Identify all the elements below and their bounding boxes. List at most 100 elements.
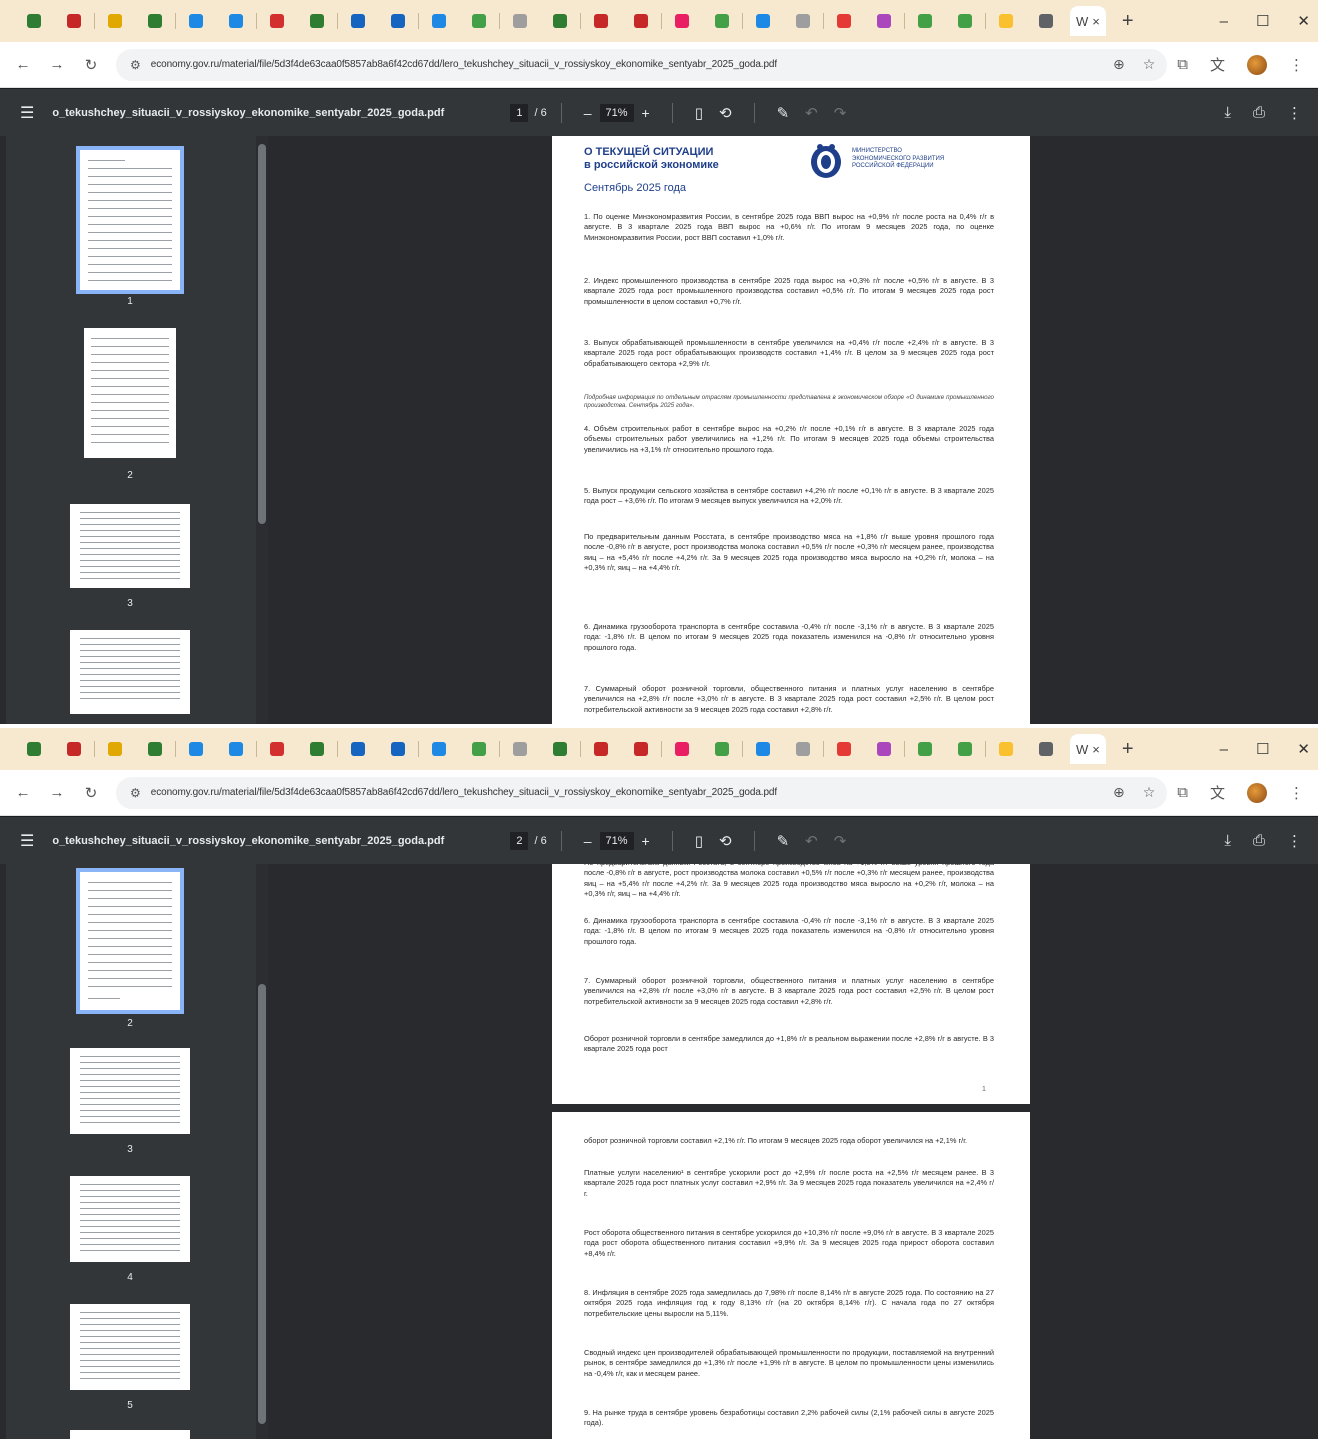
pinned-tab-icon[interactable] [189, 14, 203, 28]
url-text[interactable]: economy.gov.ru/material/file/5d3f4de63ca… [151, 59, 777, 70]
pinned-tab-icon[interactable] [877, 14, 891, 28]
page-thumbnail[interactable] [70, 630, 190, 714]
zoom-out-icon[interactable]: – [584, 833, 592, 849]
download-icon[interactable]: ⤓ [1224, 832, 1231, 850]
page-thumbnail[interactable] [70, 504, 190, 588]
zoom-in-icon[interactable]: + [642, 833, 650, 849]
zoom-out-icon[interactable]: – [584, 105, 592, 121]
pinned-tab-icon[interactable] [270, 742, 284, 756]
download-icon[interactable]: ⤓ [1224, 104, 1231, 122]
pinned-tab-icon[interactable] [715, 14, 729, 28]
pinned-tab-icon[interactable] [958, 14, 972, 28]
redo-icon[interactable]: ↷ [834, 104, 847, 122]
pinned-tab-icon[interactable] [27, 742, 41, 756]
pinned-tab-icon[interactable] [108, 14, 122, 28]
pinned-tab-icon[interactable] [310, 14, 324, 28]
minimize-button[interactable]: – [1220, 13, 1228, 30]
pinned-tab-icon[interactable] [999, 742, 1013, 756]
pinned-tab-icon[interactable] [432, 742, 446, 756]
pinned-tab-icon[interactable] [634, 742, 648, 756]
browser-menu-icon[interactable]: ⋮ [1289, 784, 1304, 802]
print-icon[interactable]: ⎙ [1253, 832, 1265, 850]
rotate-icon[interactable]: ⟲ [719, 832, 732, 850]
page-thumbnail[interactable] [84, 328, 176, 458]
pinned-tab-icon[interactable] [432, 14, 446, 28]
pinned-tab-icon[interactable] [391, 742, 405, 756]
redo-icon[interactable]: ↷ [834, 832, 847, 850]
pinned-tab-icon[interactable] [715, 742, 729, 756]
pinned-tab-icon[interactable] [513, 742, 527, 756]
zoom-in-icon[interactable]: + [642, 105, 650, 121]
current-page-input[interactable]: 1 [510, 103, 529, 122]
profile-avatar[interactable] [1247, 54, 1267, 75]
forward-arrow-icon[interactable]: → [44, 784, 70, 801]
address-bar[interactable]: ⚙ economy.gov.ru/material/file/5d3f4de63… [116, 776, 1168, 809]
current-page-input[interactable]: 2 [510, 831, 529, 850]
pinned-tab-icon[interactable] [918, 14, 932, 28]
pinned-tab-icon[interactable] [918, 742, 932, 756]
pinned-tab-icon[interactable] [472, 14, 486, 28]
zoom-level-input[interactable]: 71% [599, 831, 634, 850]
sidebar-scroll-thumb[interactable] [258, 984, 266, 1424]
close-tab-icon[interactable]: × [1092, 14, 1100, 29]
site-info-icon[interactable]: ⚙ [130, 786, 141, 800]
reload-icon[interactable]: ↻ [78, 784, 104, 802]
new-tab-button[interactable]: + [1122, 10, 1134, 33]
pinned-tab-icon[interactable] [1039, 742, 1053, 756]
bookmark-star-icon[interactable]: ☆ [1143, 56, 1156, 73]
pinned-tab-icon[interactable] [553, 14, 567, 28]
pinned-tab-icon[interactable] [270, 14, 284, 28]
back-arrow-icon[interactable]: ← [10, 784, 36, 801]
sidebar-menu-icon[interactable]: ☰ [20, 831, 34, 851]
pinned-tab-icon[interactable] [594, 742, 608, 756]
pinned-tab-icon[interactable] [351, 14, 365, 28]
pinned-tab-icon[interactable] [1039, 14, 1053, 28]
fit-page-icon[interactable]: ▯ [695, 832, 703, 850]
browser-menu-icon[interactable]: ⋮ [1289, 56, 1304, 74]
annotate-pen-icon[interactable]: ✎ [777, 104, 790, 122]
minimize-button[interactable]: – [1220, 741, 1228, 758]
active-tab[interactable]: W × [1070, 734, 1106, 764]
address-bar[interactable]: ⚙ economy.gov.ru/material/file/5d3f4de63… [116, 48, 1168, 81]
more-actions-icon[interactable]: ⋮ [1287, 832, 1302, 850]
bookmark-star-icon[interactable]: ☆ [1143, 784, 1156, 801]
new-tab-button[interactable]: + [1122, 738, 1134, 761]
pinned-tab-icon[interactable] [310, 742, 324, 756]
pinned-tab-icon[interactable] [391, 14, 405, 28]
maximize-button[interactable]: ☐ [1256, 12, 1269, 30]
pinned-tab-icon[interactable] [796, 742, 810, 756]
more-actions-icon[interactable]: ⋮ [1287, 104, 1302, 122]
pinned-tab-icon[interactable] [796, 14, 810, 28]
pinned-tab-icon[interactable] [67, 742, 81, 756]
pinned-tab-icon[interactable] [675, 14, 689, 28]
sidebar-menu-icon[interactable]: ☰ [20, 103, 34, 123]
pinned-tab-icon[interactable] [108, 742, 122, 756]
pinned-tab-icon[interactable] [675, 742, 689, 756]
pinned-tab-icon[interactable] [837, 742, 851, 756]
pinned-tab-icon[interactable] [553, 742, 567, 756]
pinned-tab-icon[interactable] [594, 14, 608, 28]
forward-arrow-icon[interactable]: → [44, 56, 70, 73]
page-thumbnail[interactable] [70, 1430, 190, 1439]
pinned-tab-icon[interactable] [837, 14, 851, 28]
print-icon[interactable]: ⎙ [1253, 104, 1265, 122]
sidebar-scrollbar[interactable] [256, 864, 268, 1439]
pinned-tab-icon[interactable] [472, 742, 486, 756]
pinned-tab-icon[interactable] [999, 14, 1013, 28]
pinned-tab-icon[interactable] [958, 742, 972, 756]
undo-icon[interactable]: ↶ [805, 832, 818, 850]
close-window-button[interactable]: ✕ [1297, 12, 1310, 30]
extensions-icon[interactable]: ⧉ [1177, 784, 1188, 801]
page-thumbnail[interactable] [76, 868, 184, 1014]
extensions-icon[interactable]: ⧉ [1177, 56, 1188, 73]
sidebar-scrollbar[interactable] [256, 136, 268, 724]
pinned-tab-icon[interactable] [148, 14, 162, 28]
translate-icon[interactable]: 文 [1210, 782, 1225, 803]
pinned-tab-icon[interactable] [634, 14, 648, 28]
close-tab-icon[interactable]: × [1092, 742, 1100, 757]
url-text[interactable]: economy.gov.ru/material/file/5d3f4de63ca… [151, 787, 777, 798]
undo-icon[interactable]: ↶ [805, 104, 818, 122]
page-thumbnail[interactable] [76, 146, 184, 294]
pinned-tab-icon[interactable] [229, 742, 243, 756]
pinned-tab-icon[interactable] [351, 742, 365, 756]
